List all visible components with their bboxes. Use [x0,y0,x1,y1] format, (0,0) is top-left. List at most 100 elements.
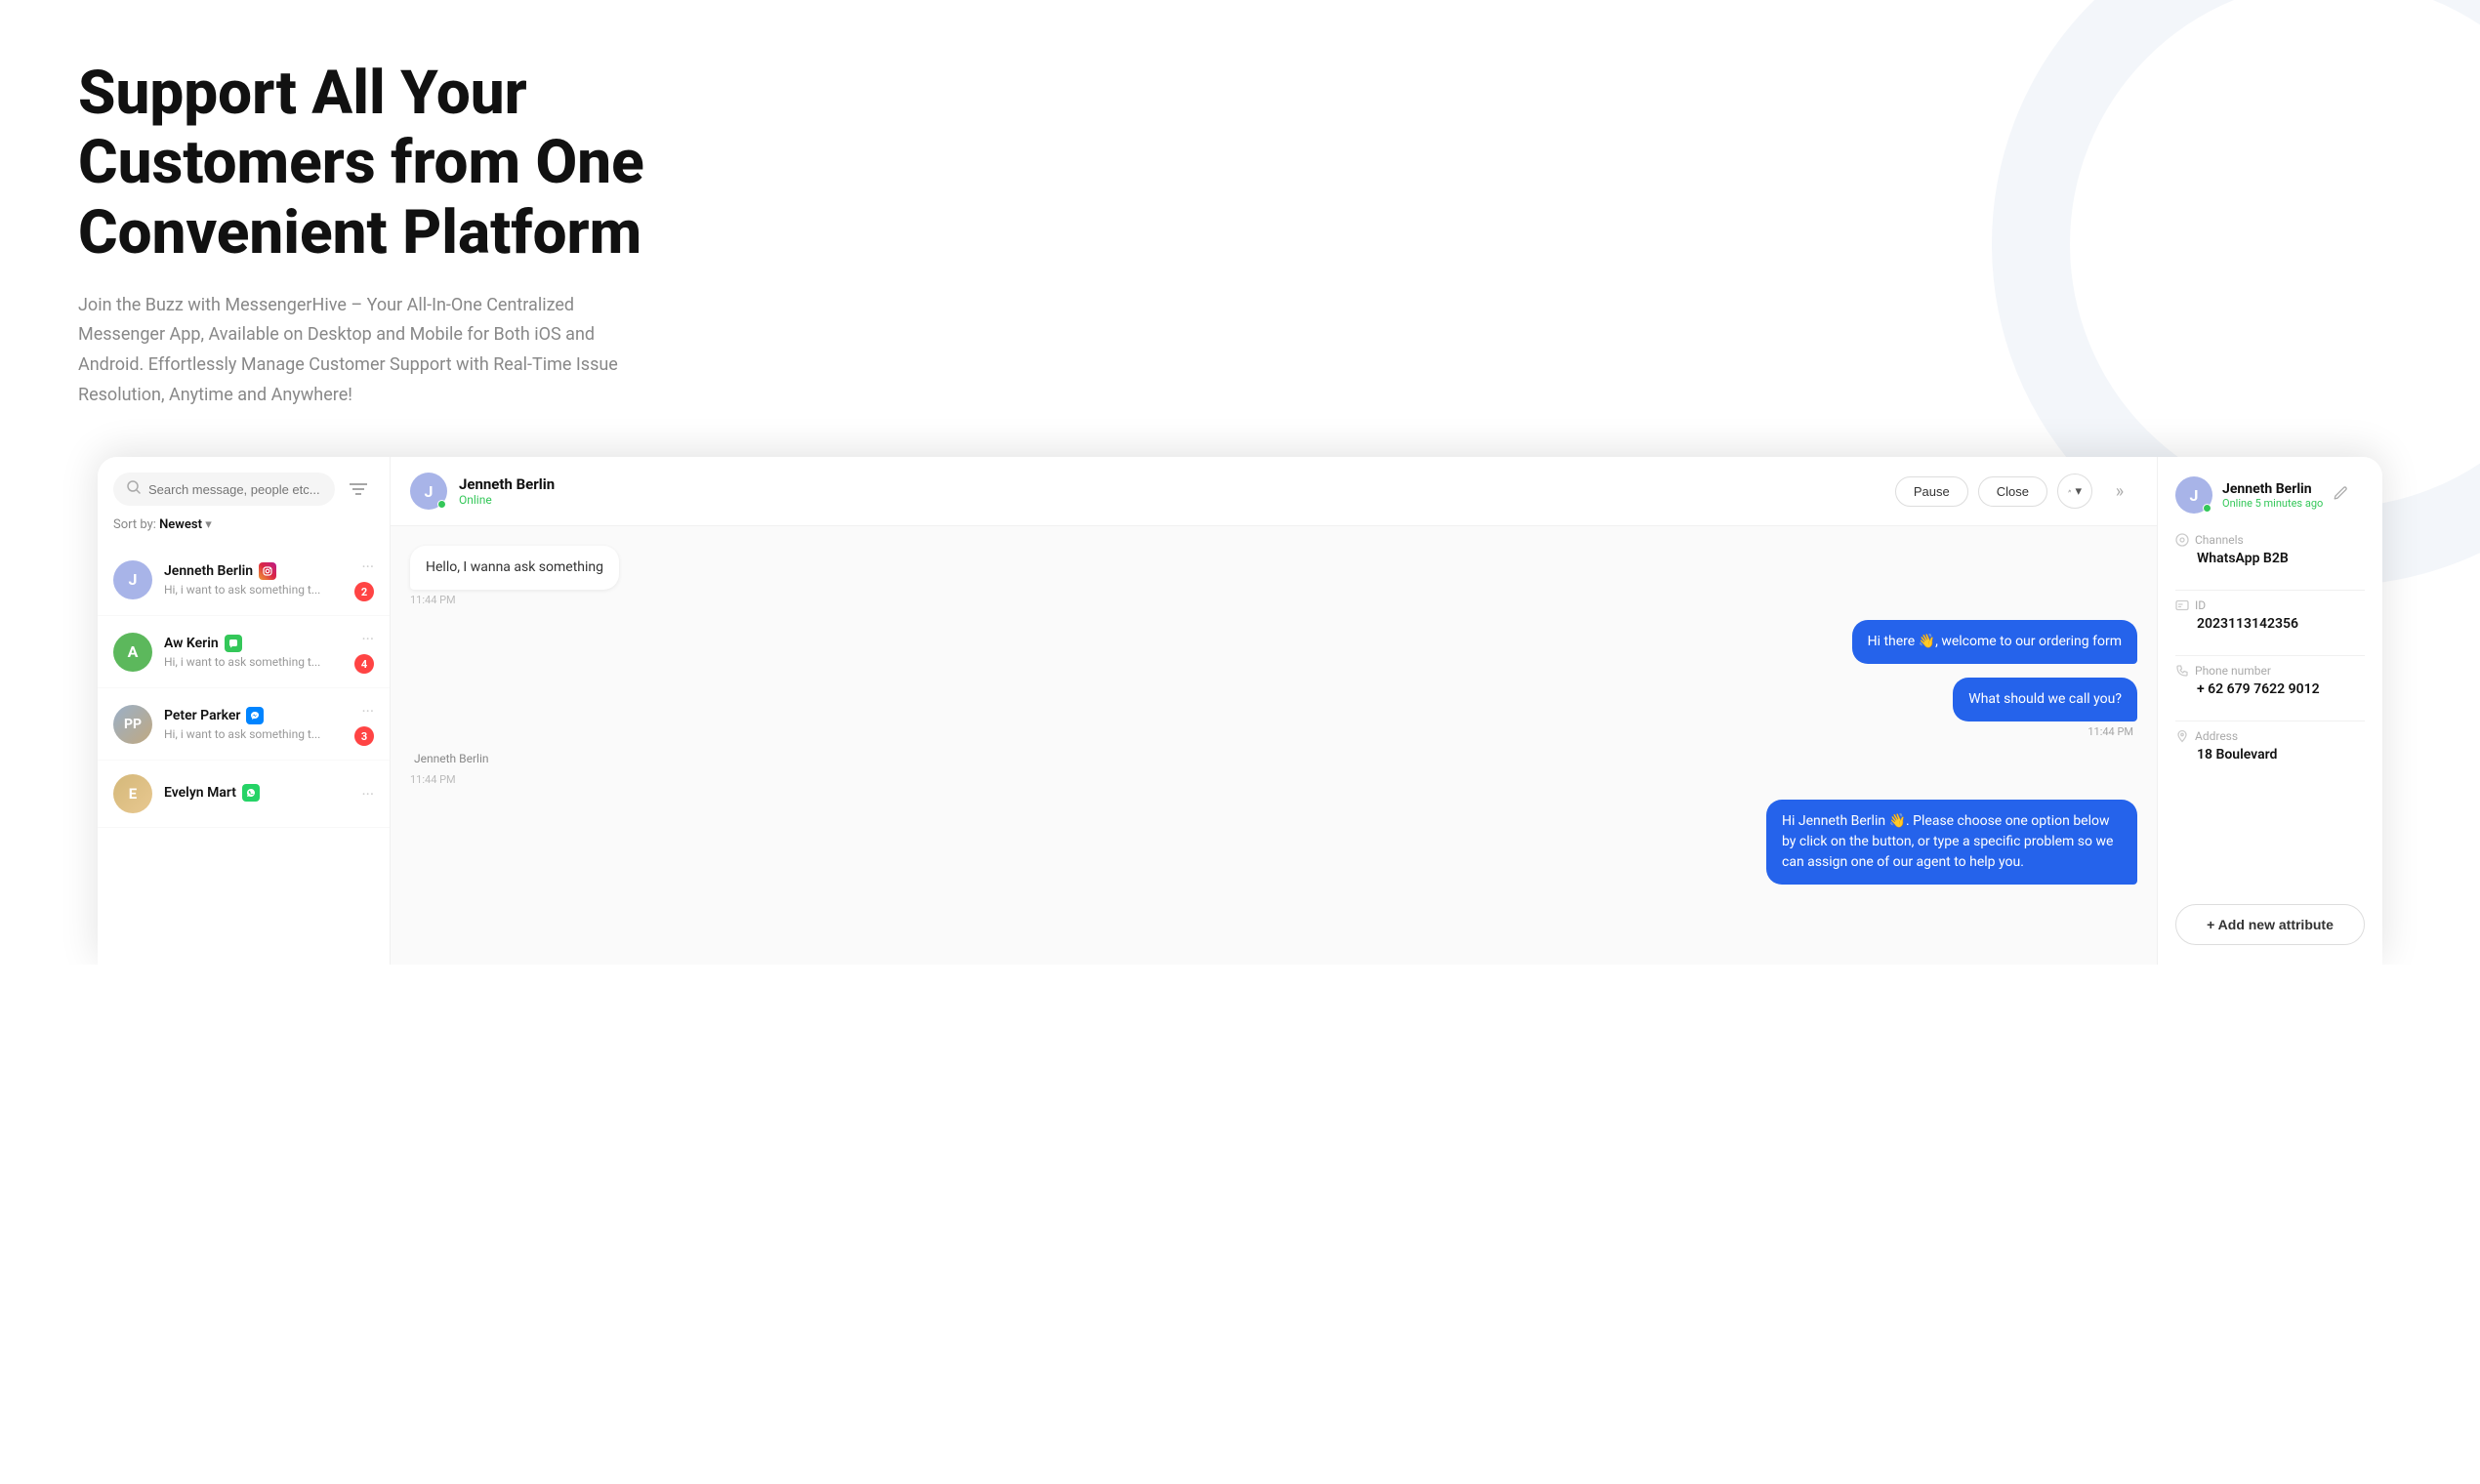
message-bubble: Hello, I wanna ask something [410,546,619,590]
conv-right: ··· 3 [354,702,374,746]
sidebar: Sort by: Newest ▾ J Jenneth Berlin [98,457,391,965]
list-item[interactable]: A Aw Kerin Hi, i want to ask something t… [98,616,390,688]
conv-right: ··· 2 [354,557,374,601]
rp-channels-section: Channels WhatsApp B2B [2175,533,2365,566]
close-button[interactable]: Close [1978,476,2047,507]
message-item: Hi Jenneth Berlin 👋. Please choose one o… [410,800,2137,885]
rp-phone-label: Phone number [2175,664,2365,678]
rp-channels-value: WhatsApp B2B [2175,551,2365,566]
chat-messages: Hello, I wanna ask something 11:44 PM Hi… [391,526,2157,965]
chat-header-avatar: J [410,473,447,510]
rp-channels-label: Channels [2175,533,2365,547]
assign-button[interactable]: ▾ [2057,474,2092,509]
avatar: A [113,633,152,672]
conv-preview: Hi, i want to ask something t... [164,655,343,669]
more-options-icon[interactable]: ··· [361,630,374,648]
rp-id-section: ID 2023113142356 [2175,598,2365,632]
rp-phone-section: Phone number + 62 679 7622 9012 [2175,664,2365,697]
chat-header-actions: Pause Close ▾ » [1895,474,2137,509]
rp-contact-status: Online 5 minutes ago [2222,497,2323,510]
hero-section: Support All Your Customers from One Conv… [0,0,2480,965]
channel-badge-messenger [246,707,264,724]
conv-info: Peter Parker Hi, i want to ask something… [164,707,343,741]
sort-bar: Sort by: Newest ▾ [98,514,390,544]
search-bar [98,457,390,514]
filter-icon[interactable] [343,474,374,505]
message-bubble: Hi there 👋, welcome to our ordering form [1852,620,2137,664]
conv-name-row: Peter Parker [164,707,343,724]
message-item: Hi there 👋, welcome to our ordering form [410,620,2137,664]
app-window: Sort by: Newest ▾ J Jenneth Berlin [98,457,2382,965]
message-sender: Jenneth Berlin [410,752,488,765]
message-bubble: Hi Jenneth Berlin 👋. Please choose one o… [1766,800,2137,885]
list-item[interactable]: PP Peter Parker Hi, i want to ask someth… [98,688,390,761]
sort-chevron-icon[interactable]: ▾ [205,517,212,532]
message-item: What should we call you? 11:44 PM [410,678,2137,738]
conv-name: Aw Kerin [164,636,219,651]
message-text: Hello, I wanna ask something [426,559,603,575]
rp-phone-value: + 62 679 7622 9012 [2175,681,2365,697]
rp-address-section: Address 18 Boulevard [2175,729,2365,763]
conv-info: Aw Kerin Hi, i want to ask something t..… [164,635,343,669]
pause-button[interactable]: Pause [1895,476,1968,507]
message-text: What should we call you? [1968,691,2122,707]
message-time: 11:44 PM [410,773,460,786]
conv-preview: Hi, i want to ask something t... [164,583,343,597]
edit-icon[interactable] [2333,485,2348,505]
channel-badge-instagram [259,562,276,580]
message-bubble: What should we call you? [1953,678,2137,721]
rp-header: J Jenneth Berlin Online 5 minutes ago [2175,476,2365,514]
conv-info: Jenneth Berlin Hi, i want to ask somethi… [164,562,343,597]
avatar: E [113,774,152,813]
hero-title: Support All Your Customers from One Conv… [78,59,762,268]
search-input-wrap[interactable] [113,473,335,506]
unread-badge: 4 [354,654,374,674]
message-time: 11:44 PM [2087,725,2137,738]
channel-badge-whatsapp [242,784,260,802]
rp-id-label: ID [2175,598,2365,612]
conv-right: ··· [361,785,374,804]
conv-name: Peter Parker [164,708,240,723]
more-options-icon[interactable]: ··· [361,785,374,804]
unread-badge: 3 [354,726,374,746]
list-item[interactable]: J Jenneth Berlin Hi, i want to ask somet… [98,544,390,616]
rp-contact-name: Jenneth Berlin [2222,481,2323,497]
add-attribute-button[interactable]: + Add new attribute [2175,904,2365,945]
avatar: PP [113,705,152,744]
message-time: 11:44 PM [410,594,460,606]
sort-label: Sort by: [113,517,156,532]
search-input[interactable] [148,482,321,497]
conv-info: Evelyn Mart [164,784,350,804]
hero-subtitle: Join the Buzz with MessengerHive – Your … [78,291,664,410]
rp-avatar: J [2175,476,2212,514]
rp-address-value: 18 Boulevard [2175,747,2365,763]
message-item: Hello, I wanna ask something 11:44 PM [410,546,2137,606]
list-item[interactable]: E Evelyn Mart ··· [98,761,390,828]
rp-address-label: Address [2175,729,2365,743]
chat-contact-status: Online [459,493,1883,507]
conv-name-row: Aw Kerin [164,635,343,652]
rp-id-value: 2023113142356 [2175,616,2365,632]
conv-right: ··· 4 [354,630,374,674]
divider [2175,590,2365,591]
channel-badge-messages [225,635,242,652]
conv-name-row: Jenneth Berlin [164,562,343,580]
right-panel: J Jenneth Berlin Online 5 minutes ago Ch… [2158,457,2382,965]
message-item: Jenneth Berlin 11:44 PM [410,752,2137,786]
chevron-icon: ▾ [2075,484,2082,499]
chat-contact-name: Jenneth Berlin [459,475,1883,493]
conversations-list: J Jenneth Berlin Hi, i want to ask somet… [98,544,390,965]
more-options-icon[interactable]: ··· [361,557,374,576]
online-indicator [437,500,446,509]
chat-header: J Jenneth Berlin Online Pause Close ▾ » [391,457,2157,526]
rp-contact-info: Jenneth Berlin Online 5 minutes ago [2222,481,2323,510]
online-indicator [2203,504,2211,513]
unread-badge: 2 [354,582,374,601]
conv-name: Evelyn Mart [164,785,236,801]
chat-panel: J Jenneth Berlin Online Pause Close ▾ » [391,457,2158,965]
sort-value[interactable]: Newest [159,517,202,532]
more-options-icon[interactable]: ··· [361,702,374,721]
expand-icon[interactable]: » [2102,474,2137,509]
chat-header-info: Jenneth Berlin Online [459,475,1883,507]
avatar: J [113,560,152,599]
